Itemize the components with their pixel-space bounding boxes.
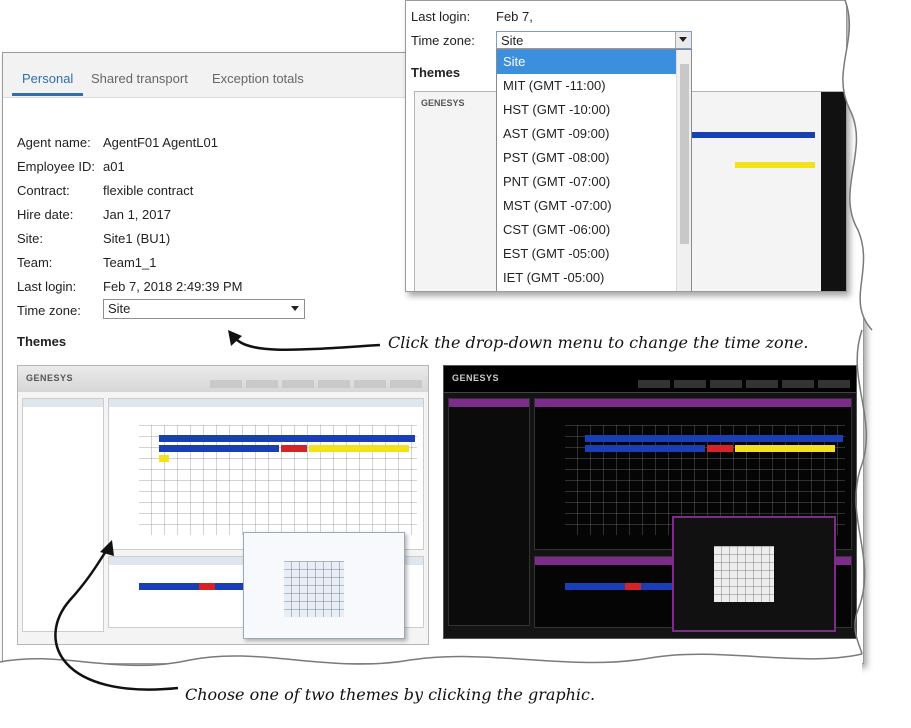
themes-callout: Choose one of two themes by clicking the…: [185, 685, 596, 704]
torn-edge-decoration: [0, 0, 911, 728]
time-zone-callout: Click the drop-down menu to change the t…: [388, 333, 809, 352]
